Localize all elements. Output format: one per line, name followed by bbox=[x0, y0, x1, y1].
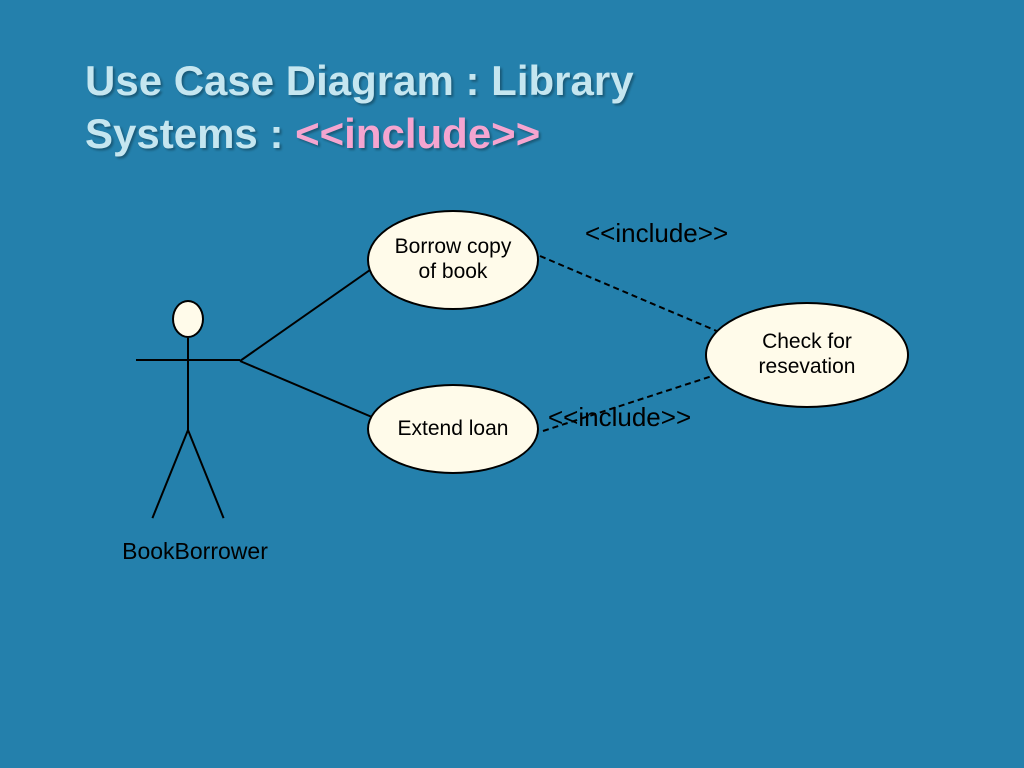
usecase-check-label: Check for resevation bbox=[721, 330, 893, 380]
actor-head-icon bbox=[172, 300, 204, 338]
title-line1: Use Case Diagram : Library bbox=[85, 57, 634, 104]
actor-label: BookBorrower bbox=[115, 538, 275, 565]
title-line2-prefix: Systems : bbox=[85, 110, 295, 157]
association-borrow bbox=[239, 257, 388, 362]
usecase-borrow-label: Borrow copy of book bbox=[383, 235, 523, 285]
actor-body-line bbox=[187, 338, 189, 433]
include-label-1: <<include>> bbox=[585, 218, 728, 249]
use-case-diagram: BookBorrower Borrow copy of book Extend … bbox=[80, 220, 950, 670]
usecase-check: Check for resevation bbox=[705, 302, 909, 408]
usecase-borrow: Borrow copy of book bbox=[367, 210, 539, 310]
actor-arms-line bbox=[136, 359, 240, 361]
actor-leg-right bbox=[187, 430, 224, 519]
slide-title: Use Case Diagram : Library Systems : <<i… bbox=[85, 55, 634, 160]
include-label-2: <<include>> bbox=[548, 402, 691, 433]
usecase-extend-label: Extend loan bbox=[398, 417, 509, 442]
actor-leg-left bbox=[151, 430, 188, 519]
title-accent: <<include>> bbox=[295, 110, 540, 157]
usecase-extend: Extend loan bbox=[367, 384, 539, 474]
